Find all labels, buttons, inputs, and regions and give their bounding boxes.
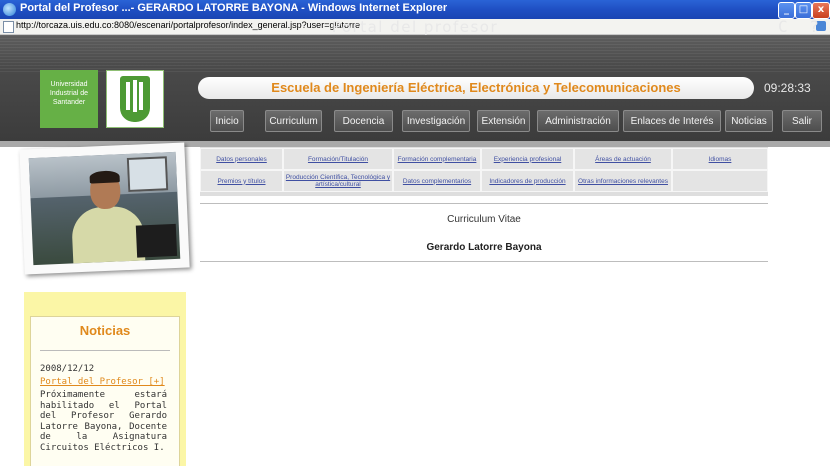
profile-photo bbox=[28, 151, 181, 266]
window-title: Portal del Profesor ...- GERARDO LATORRE… bbox=[20, 2, 448, 14]
nav-investigacion[interactable]: Investigación bbox=[402, 110, 470, 132]
header-window-icons[interactable]: C ? X bbox=[778, 17, 830, 36]
tab-premios-titulos[interactable]: Premios y títulos bbox=[200, 170, 283, 192]
nav-curriculum[interactable]: Curriculum bbox=[265, 110, 322, 132]
news-date: 2008/12/12 bbox=[40, 364, 95, 374]
tab-datos-personales[interactable]: Datos personales bbox=[200, 148, 283, 170]
nav-docencia[interactable]: Docencia bbox=[334, 110, 393, 132]
profile-photo-frame bbox=[19, 142, 190, 275]
nav-noticias[interactable]: Noticias bbox=[725, 110, 773, 132]
tab-formacion-complementaria[interactable]: Formación complementaria bbox=[393, 148, 481, 170]
news-link[interactable]: Portal del Profesor [+] bbox=[40, 377, 165, 387]
news-title: Noticias bbox=[79, 323, 131, 338]
tab-formacion-titulacion[interactable]: Formación/Titulación bbox=[283, 148, 393, 170]
cv-top-divider bbox=[200, 203, 768, 204]
cv-bottom-divider bbox=[200, 261, 768, 262]
uis-name-logo: Universidad Industrial de Santander bbox=[40, 70, 98, 128]
header-top-strip bbox=[0, 35, 830, 72]
nav-administracion[interactable]: Administración bbox=[537, 110, 619, 132]
cv-name: Gerardo Latorre Bayona bbox=[426, 242, 542, 253]
news-body: Próximamente estará habilitado el Portal… bbox=[40, 390, 167, 453]
curriculum-tabs: Datos personales Formación/Titulación Fo… bbox=[200, 147, 768, 196]
tab-datos-complementarios[interactable]: Datos complementarios bbox=[393, 170, 481, 192]
portal-title: Portal del profesor bbox=[331, 18, 499, 36]
tab-indicadores-produccion[interactable]: Indicadores de producción bbox=[481, 170, 574, 192]
tab-produccion-cientifica[interactable]: Producción Científica, Tecnológica y art… bbox=[283, 170, 393, 192]
nav-inicio[interactable]: Inicio bbox=[210, 110, 244, 132]
school-name: Escuela de Ingeniería Eléctrica, Electró… bbox=[271, 80, 681, 95]
tab-empty bbox=[672, 170, 768, 192]
nav-extension[interactable]: Extensión bbox=[477, 110, 530, 132]
news-divider bbox=[40, 350, 170, 351]
tab-experiencia-profesional[interactable]: Experiencia profesional bbox=[481, 148, 574, 170]
tab-idiomas[interactable]: Idiomas bbox=[672, 148, 768, 170]
uis-shield-logo bbox=[106, 70, 164, 128]
internet-explorer-icon bbox=[3, 3, 16, 16]
nav-enlaces[interactable]: Enlaces de Interés bbox=[623, 110, 721, 132]
cv-title: Curriculum Vitae bbox=[447, 214, 521, 225]
nav-salir[interactable]: Salir bbox=[782, 110, 822, 132]
tab-areas-actuacion[interactable]: Áreas de actuación bbox=[574, 148, 672, 170]
window-title-bar: Portal del Profesor ...- GERARDO LATORRE… bbox=[0, 0, 830, 19]
tab-otras-informaciones[interactable]: Otras informaciones relevantes bbox=[574, 170, 672, 192]
shield-bar bbox=[133, 80, 137, 112]
clock: 09:28:33 bbox=[764, 81, 811, 95]
